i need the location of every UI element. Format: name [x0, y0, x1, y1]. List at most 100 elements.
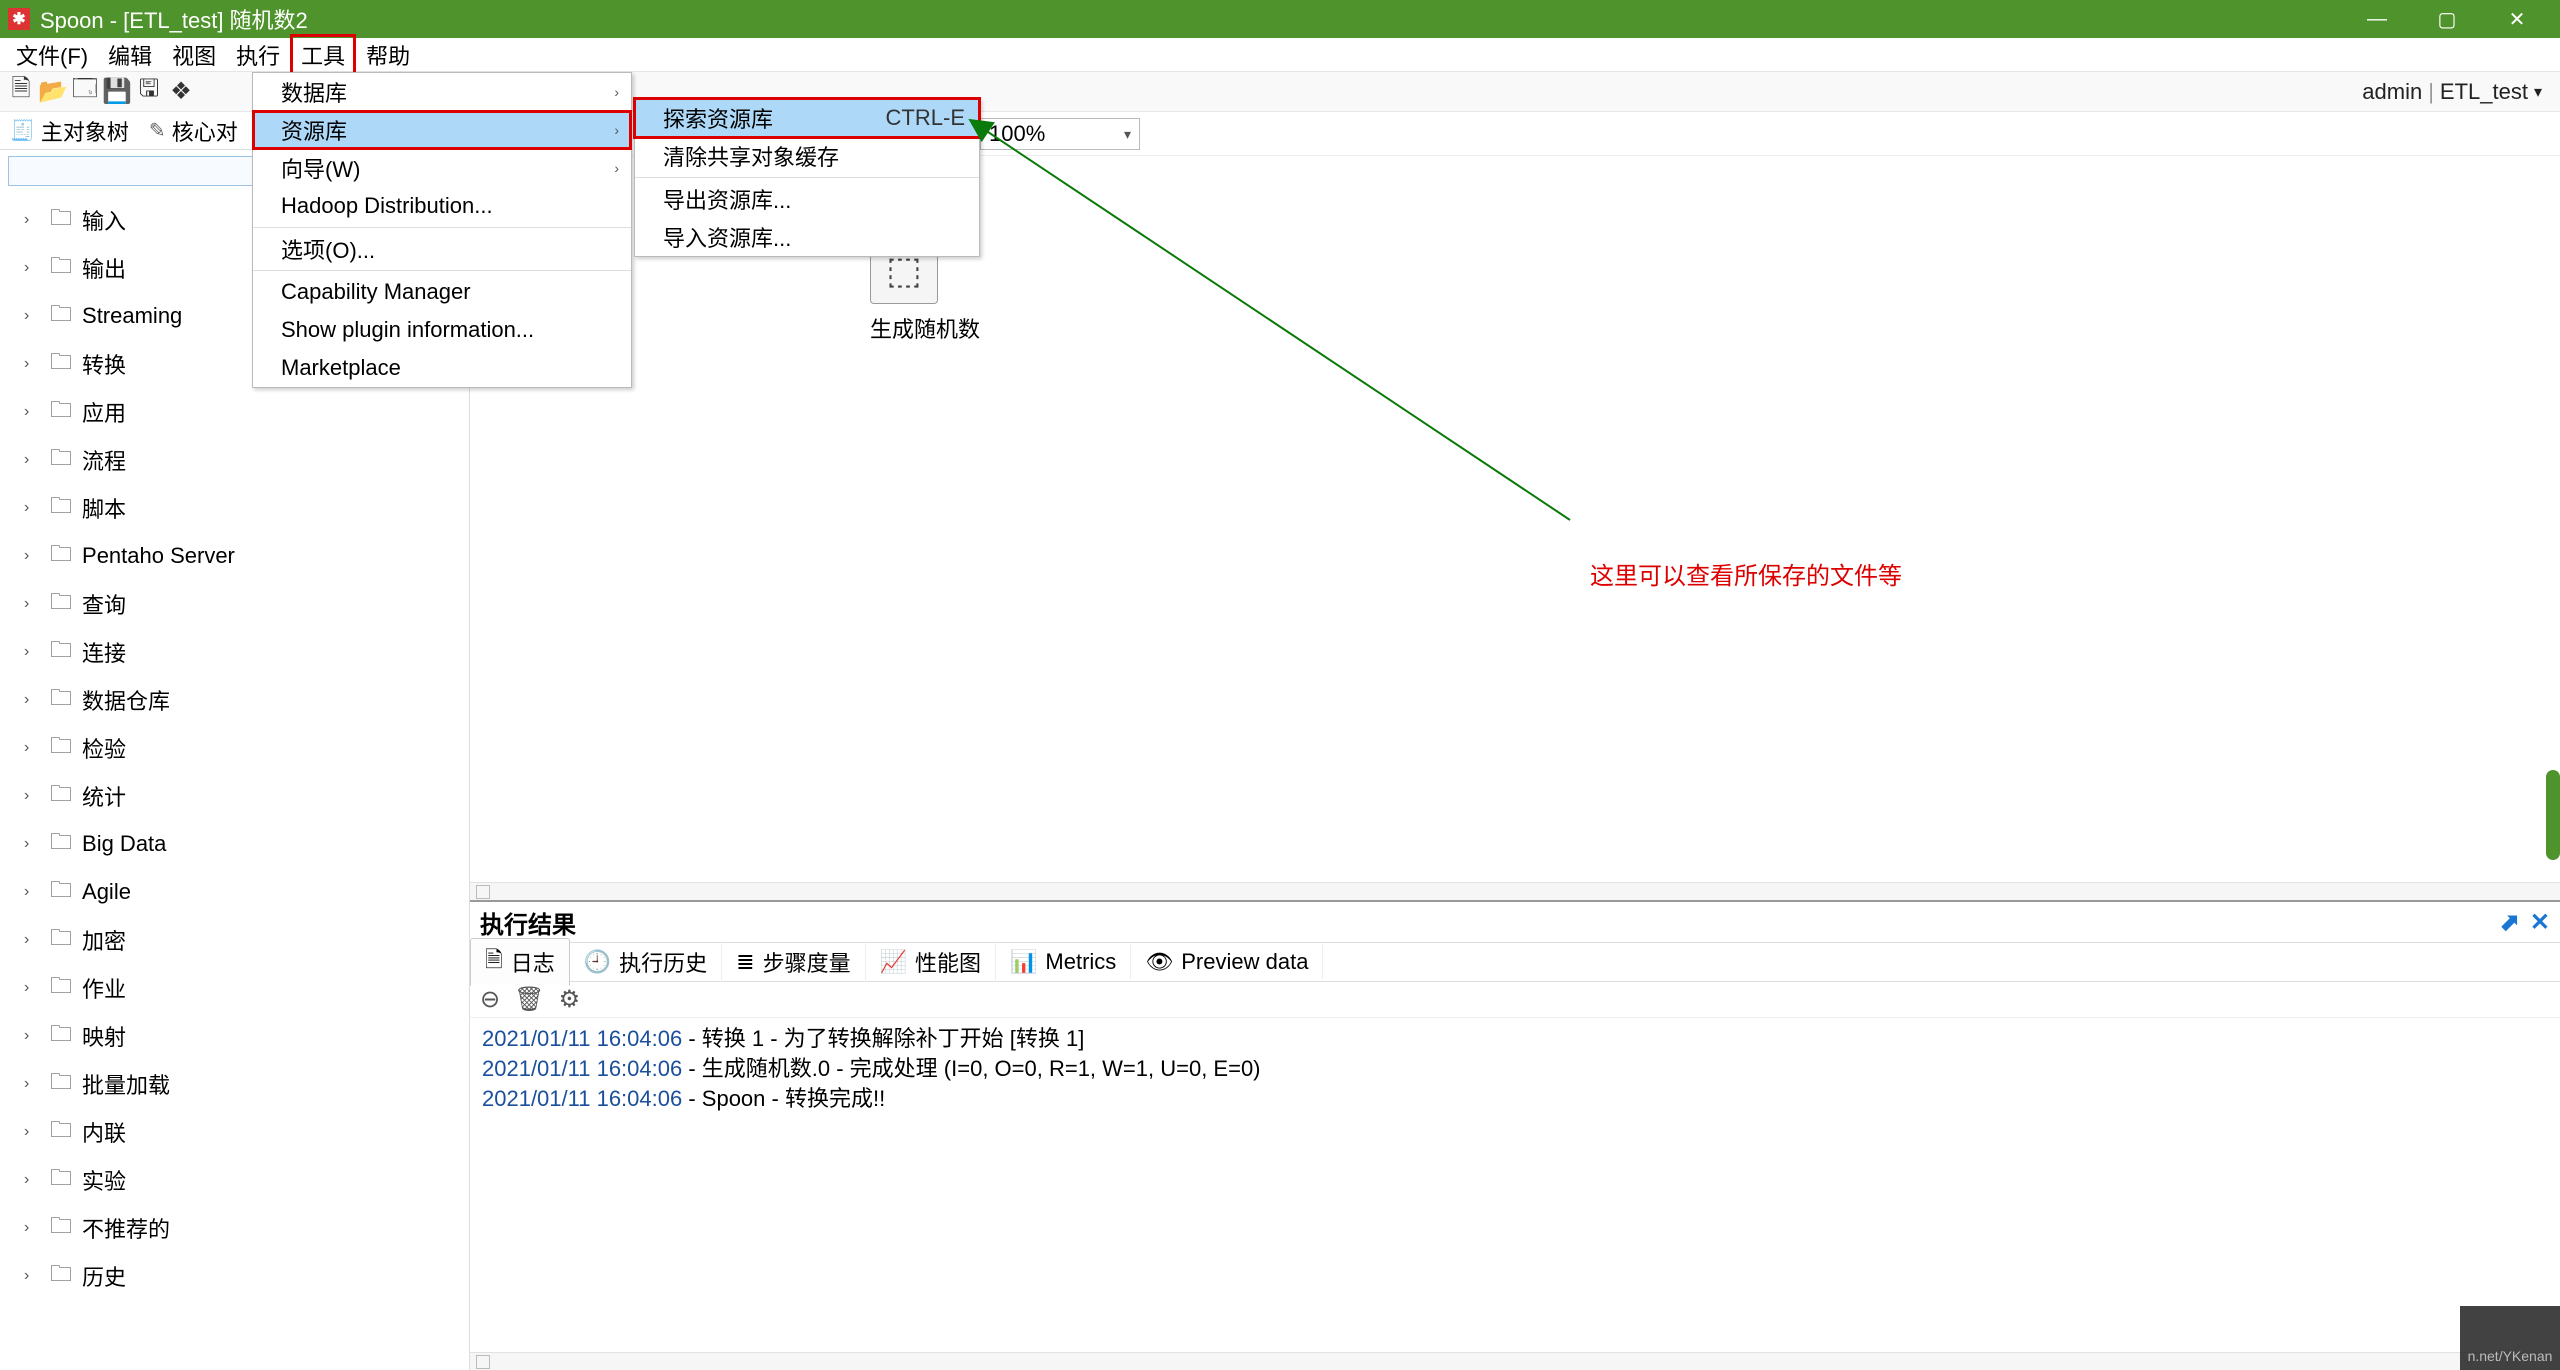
close-button[interactable]: ✕ — [2482, 0, 2552, 38]
menu-run[interactable]: 执行 — [226, 35, 290, 75]
menu-edit[interactable]: 编辑 — [98, 35, 162, 75]
tree-item[interactable]: › 🗀 Agile — [4, 868, 469, 916]
tree-item[interactable]: ›🗀数据仓库 — [4, 676, 469, 724]
tree-item[interactable]: ›🗀实验 — [4, 1156, 469, 1204]
popout-icon[interactable]: ⬈ — [2500, 908, 2520, 937]
tree-item-label: Agile — [82, 879, 131, 905]
tree-item[interactable]: ›🗀流程 — [4, 436, 469, 484]
dropdown-item-marketplace[interactable]: Marketplace — [253, 349, 631, 387]
tree-item[interactable]: ›🗀Big Data — [4, 820, 469, 868]
window-scrollbar-vertical[interactable] — [2546, 770, 2560, 860]
results-log-toolbar: ⊖ 🗑 ⚙ — [470, 982, 2560, 1018]
folder-icon: 🗀 — [50, 921, 72, 959]
canvas-scrollbar-horizontal[interactable] — [470, 882, 2560, 900]
clock-icon: 🕘 — [584, 949, 611, 975]
gauge-icon: 📊 — [1010, 949, 1037, 975]
close-icon[interactable]: ✕ — [2530, 908, 2550, 937]
maximize-button[interactable]: ▢ — [2412, 0, 2482, 38]
folder-icon: 🗀 — [50, 825, 72, 863]
tree-item[interactable]: ›🗀统计 — [4, 772, 469, 820]
results-log[interactable]: 2021/01/11 16:04:06 - 转换 1 - 为了转换解除补丁开始 … — [470, 1018, 2560, 1352]
folder-icon: 🗀 — [50, 681, 72, 719]
tree-item[interactable]: ›🗀映射 — [4, 1012, 469, 1060]
menubar: 文件(F) 编辑 视图 执行 工具 帮助 — [0, 38, 2560, 72]
tree-item[interactable]: › 🗀 连接 — [4, 628, 469, 676]
canvas[interactable]: ⬚ ✓ 生成随机数 这里可以查看所保存的文件等 — [470, 156, 2560, 900]
gear-icon[interactable]: ⚙ — [559, 985, 581, 1014]
save-as-icon[interactable]: 🖫 — [134, 77, 164, 107]
dropdown-item-capability[interactable]: Capability Manager — [253, 273, 631, 311]
dropdown-item-database[interactable]: 数据库› — [253, 73, 631, 111]
dropdown-item-wizard[interactable]: 向导(W)› — [253, 149, 631, 187]
tree-item-label: 流程 — [82, 444, 126, 476]
dropdown-item-clear-cache[interactable]: 清除共享对象缓存 — [635, 137, 979, 175]
folder-icon: 🗀 — [50, 1113, 72, 1151]
chevron-right-icon: › — [24, 595, 40, 613]
dropdown-item-plugin-info[interactable]: Show plugin information... — [253, 311, 631, 349]
chevron-right-icon: › — [24, 643, 40, 661]
tree-item-label: 映射 — [82, 1020, 126, 1052]
minimize-button[interactable]: ― — [2342, 0, 2412, 38]
folder-icon: 🗀 — [50, 297, 72, 335]
results-tab-label: Metrics — [1045, 949, 1116, 975]
tree-item[interactable]: ›🗀应用 — [4, 388, 469, 436]
tree-item[interactable]: ›🗀批量加载 — [4, 1060, 469, 1108]
tree-item[interactable]: ›🗀内联 — [4, 1108, 469, 1156]
tree-icon: 🧾 — [10, 118, 35, 143]
open-file-icon[interactable]: 📂 — [38, 77, 68, 107]
tree-item[interactable]: ›🗀脚本 — [4, 484, 469, 532]
results-tab-steps[interactable]: ≣步骤度量 — [722, 942, 865, 982]
dropdown-item-hadoop[interactable]: Hadoop Distribution... — [253, 187, 631, 225]
save-icon[interactable]: 💾 — [102, 77, 132, 107]
results-scrollbar-horizontal[interactable] — [470, 1352, 2560, 1370]
current-repo-label[interactable]: ETL_test — [2440, 79, 2528, 105]
chevron-right-icon: › — [24, 883, 40, 901]
results-tab-log[interactable]: 🗎日志 — [470, 938, 570, 986]
tree-item[interactable]: ›🗀作业 — [4, 964, 469, 1012]
dropdown-item-import-repo[interactable]: 导入资源库... — [635, 218, 979, 256]
results-tab-history[interactable]: 🕘执行历史 — [570, 942, 722, 982]
folder-icon: 🗀 — [50, 633, 72, 671]
tree-item[interactable]: ›🗀历史 — [4, 1252, 469, 1300]
explore-icon[interactable]: 🗔 — [70, 77, 100, 107]
chevron-right-icon: › — [614, 160, 619, 176]
perspective-icon[interactable]: ❖ — [166, 77, 196, 107]
tree-item[interactable]: ›🗀Pentaho Server — [4, 532, 469, 580]
separator — [635, 177, 979, 178]
menu-file[interactable]: 文件(F) — [6, 35, 98, 75]
tree-item[interactable]: ›🗀加密 — [4, 916, 469, 964]
dropdown-item-explore-repo[interactable]: 探索资源库 CTRL-E — [635, 99, 979, 137]
sidebar-tab-core[interactable]: ✎ 核心对 — [139, 109, 248, 153]
chevron-right-icon: › — [24, 979, 40, 997]
tree-item[interactable]: ›🗀查询 — [4, 580, 469, 628]
trash-icon[interactable]: 🗑 — [514, 985, 544, 1014]
results-tab-metrics[interactable]: 📊 Metrics — [996, 945, 1131, 979]
tree-item-label: 连接 — [82, 636, 126, 668]
dropdown-item-options[interactable]: 选项(O)... — [253, 230, 631, 268]
menu-view[interactable]: 视图 — [162, 35, 226, 75]
tree-item[interactable]: ›🗀检验 — [4, 724, 469, 772]
log-message: - Spoon - 转换完成!! — [682, 1086, 885, 1111]
tree-item-label: 应用 — [82, 396, 126, 428]
results-title: 执行结果 — [480, 905, 576, 940]
chevron-right-icon: › — [614, 84, 619, 100]
sidebar-tab-main-tree[interactable]: 🧾 主对象树 — [0, 109, 139, 153]
dropdown-item-export-repo[interactable]: 导出资源库... — [635, 180, 979, 218]
new-file-icon[interactable]: 🗎 — [6, 77, 36, 107]
stop-icon[interactable]: ⊖ — [480, 985, 500, 1014]
results-tab-label: Preview data — [1181, 949, 1308, 975]
tree-item[interactable]: ›🗀不推荐的 — [4, 1204, 469, 1252]
results-tab-perf[interactable]: 📈性能图 — [866, 942, 996, 982]
results-tab-preview[interactable]: 👁Preview data — [1131, 945, 1323, 979]
folder-icon: 🗀 — [50, 777, 72, 815]
repo-dropdown-caret-icon[interactable]: ▾ — [2534, 82, 2542, 102]
zoom-select[interactable]: 100% ▾ — [980, 118, 1140, 150]
sidebar-tab-label: 主对象树 — [41, 115, 129, 147]
folder-icon: 🗀 — [50, 1161, 72, 1199]
dropdown-item-repository[interactable]: 资源库› — [253, 111, 631, 149]
menu-tools[interactable]: 工具 — [290, 34, 356, 76]
folder-icon: 🗀 — [50, 345, 72, 383]
folder-icon: 🗀 — [50, 873, 72, 911]
tree-item-label: 检验 — [82, 732, 126, 764]
menu-help[interactable]: 帮助 — [356, 35, 420, 75]
